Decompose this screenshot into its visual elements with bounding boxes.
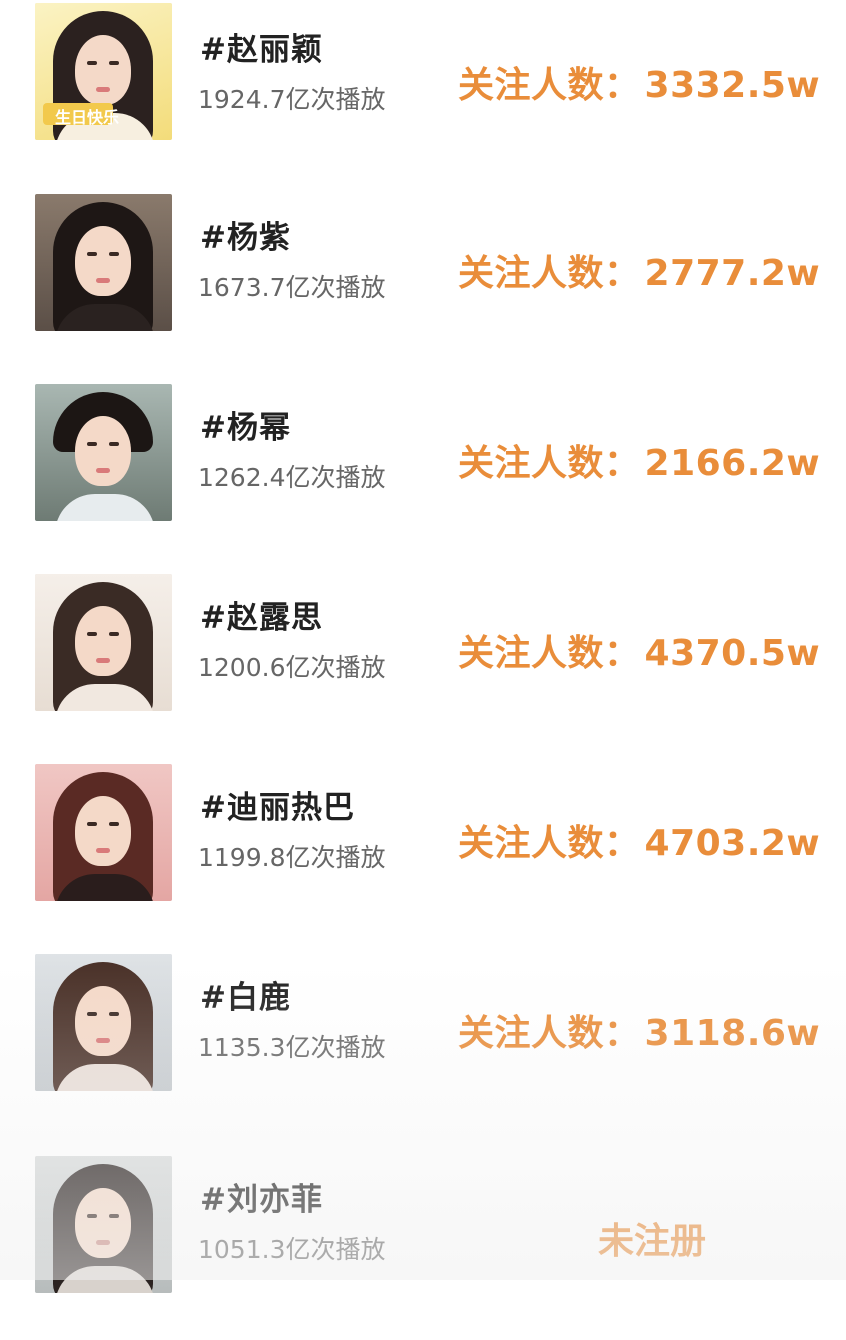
follower-value: 2777.2w [644,253,821,294]
avatar[interactable] [35,384,172,521]
celebrity-name[interactable]: #刘亦菲 [200,1174,323,1219]
follower-label: 关注人数： [458,633,641,674]
list-item[interactable]: #白鹿 1135.3亿次播放 关注人数： 3118.6w [0,948,846,1138]
avatar[interactable]: 生日快乐 [35,3,172,140]
celebrity-name[interactable]: #白鹿 [200,972,291,1017]
follower-count: 关注人数： 3118.6w [458,1004,820,1056]
follower-value: 4370.5w [644,633,821,674]
avatar[interactable] [35,954,172,1091]
avatar[interactable] [35,764,172,901]
list-item[interactable]: #赵露思 1200.6亿次播放 关注人数： 4370.5w [0,568,846,758]
celebrity-ranking-list: 生日快乐 #赵丽颖 1924.7亿次播放 关注人数： 3332.5w #杨紫 16… [0,0,846,1293]
avatar[interactable] [35,1156,172,1293]
celebrity-name[interactable]: #迪丽热巴 [200,782,355,827]
celebrity-name[interactable]: #杨紫 [200,212,291,257]
follower-value: 3118.6w [644,1013,821,1054]
play-count: 1200.6亿次播放 [198,653,386,682]
follower-label: 关注人数： [458,253,641,294]
list-item[interactable]: #杨幂 1262.4亿次播放 关注人数： 2166.2w [0,378,846,568]
play-count: 1673.7亿次播放 [198,273,386,302]
play-count: 1199.8亿次播放 [198,843,386,872]
follower-value: 4703.2w [644,823,821,864]
play-count: 1924.7亿次播放 [198,85,386,114]
follower-count: 关注人数： 2166.2w [458,434,820,486]
play-count: 1135.3亿次播放 [198,1033,386,1062]
birthday-badge-label: 生日快乐 [55,108,120,127]
follower-label: 关注人数： [458,823,641,864]
list-item[interactable]: 生日快乐 #赵丽颖 1924.7亿次播放 关注人数： 3332.5w [0,0,846,190]
follower-count: 关注人数： 4370.5w [458,624,820,676]
follower-value: 2166.2w [644,443,821,484]
list-item[interactable]: #迪丽热巴 1199.8亿次播放 关注人数： 4703.2w [0,758,846,948]
follower-count: 关注人数： 2777.2w [458,244,820,296]
play-count: 1051.3亿次播放 [198,1235,386,1264]
follower-label: 关注人数： [458,443,641,484]
celebrity-name[interactable]: #赵露思 [200,592,323,637]
follower-label: 关注人数： [458,65,641,106]
unregistered-status: 未注册 [598,1221,707,1262]
celebrity-name[interactable]: #赵丽颖 [200,24,323,69]
follower-label: 关注人数： [458,1013,641,1054]
celebrity-name[interactable]: #杨幂 [200,402,291,447]
list-item[interactable]: #刘亦菲 1051.3亿次播放 未注册 [0,1150,846,1340]
play-count: 1262.4亿次播放 [198,463,386,492]
follower-count: 关注人数： 3332.5w [458,56,820,108]
list-item[interactable]: #杨紫 1673.7亿次播放 关注人数： 2777.2w [0,188,846,378]
avatar[interactable] [35,574,172,711]
avatar[interactable] [35,194,172,331]
follower-value: 3332.5w [644,65,821,106]
follower-count: 关注人数： 4703.2w [458,814,820,866]
